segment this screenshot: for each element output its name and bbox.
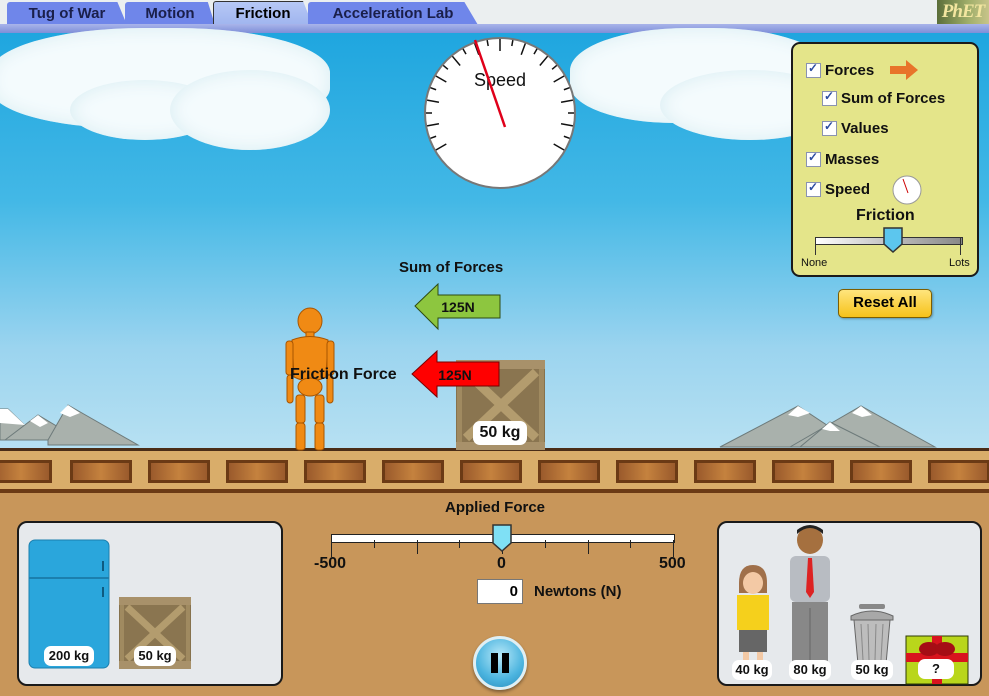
girl-mass-label: 40 kg [732,660,772,680]
applied-force-mid-label: 0 [497,555,506,572]
speedometer-mini-icon [892,175,922,205]
friction-force-value: 125N [438,367,471,383]
friction-slider-thumb[interactable] [882,226,904,254]
forces-checkbox[interactable]: Forces [806,60,920,80]
girl-figure[interactable] [733,563,773,669]
crate-mass-label: 50 kg [473,421,527,445]
shelf-crate-mass-label: 50 kg [134,646,176,666]
friction-label: Friction [856,207,915,224]
refrigerator-mass-label: 200 kg [44,646,94,666]
friction-min-label: None [801,257,828,269]
applied-force-tick [544,540,546,548]
applied-force-max-label: 500 [659,555,686,572]
values-checkbox[interactable]: Values [822,119,889,137]
pause-icon [491,653,498,673]
man-mass-label: 80 kg [789,660,831,680]
applied-force-slider-thumb[interactable] [491,523,513,553]
checkbox-icon[interactable] [806,150,821,167]
sum-of-forces-label: Sum of Forces [399,259,504,276]
sum-of-forces-arrow: 125N [414,283,501,331]
tab-bar: Tug of War Motion Friction Acceleration … [0,0,989,26]
applied-force-tick [459,540,461,548]
applied-force-tick [416,540,418,554]
tab-friction[interactable]: Friction [213,1,313,26]
mystery-gift-mass-label: ? [918,659,954,679]
trash-can-mass-label: 50 kg [851,660,893,680]
checkbox-icon[interactable] [822,119,837,136]
speedometer-tick [486,39,489,47]
reset-all-button[interactable]: Reset All [838,289,932,318]
force-arrow-icon [890,60,919,80]
control-panel: Forces Sum of Forces Values Masses Speed… [791,42,979,277]
sum-of-forces-value: 125N [441,299,474,315]
sum-of-forces-checkbox[interactable]: Sum of Forces [822,89,945,107]
phet-logo[interactable]: PhET [937,0,989,24]
trash-can[interactable] [849,604,895,666]
tab-motion[interactable]: Motion [125,2,215,25]
speedometer-tick [511,39,514,47]
checkbox-icon[interactable] [822,89,837,106]
speedometer-label: Speed [474,70,526,90]
masses-checkbox[interactable]: Masses [806,150,879,168]
newtons-unit-label: Newtons (N) [534,583,622,600]
pause-button[interactable] [473,636,527,690]
applied-force-min-label: -500 [314,555,347,572]
friction-force-label: Friction Force [290,366,397,383]
applied-force-tick [630,540,632,548]
speedometer: Speed [424,37,576,189]
ground-track [0,448,989,493]
checkbox-icon[interactable] [806,180,821,197]
friction-max-label: Lots [949,257,970,269]
man-figure[interactable] [786,524,834,670]
tab-tug-of-war[interactable]: Tug of War [7,2,127,25]
checkbox-icon[interactable] [806,61,821,78]
applied-force-tick [587,540,589,554]
friction-force-arrow: 125N [411,350,500,398]
applied-force-tick [373,540,375,548]
applied-force-title: Applied Force [445,499,546,516]
applied-force-input[interactable]: 0 [477,579,523,604]
tab-acceleration-lab[interactable]: Acceleration Lab [308,2,478,25]
speed-checkbox[interactable]: Speed [806,180,870,198]
